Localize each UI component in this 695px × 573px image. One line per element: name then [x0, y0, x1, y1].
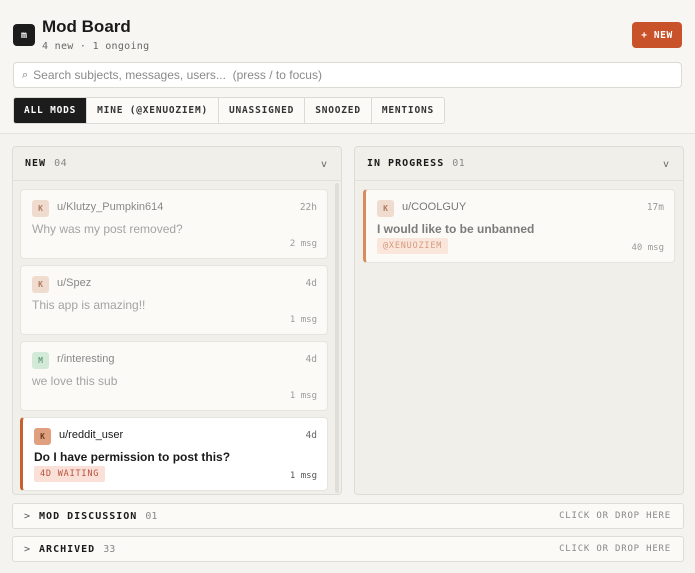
avatar: K	[32, 200, 49, 217]
column-title: IN PROGRESS	[367, 158, 445, 169]
section-archived[interactable]: > ARCHIVED 33 CLICK OR DROP HERE	[12, 536, 684, 562]
waiting-badge: 4D WAITING	[34, 466, 106, 482]
card-age: 22h	[299, 202, 317, 213]
tab-mine[interactable]: MINE (@XENUOZIEM)	[87, 98, 219, 123]
avatar: K	[34, 428, 51, 445]
card-author: u/reddit_user	[59, 429, 124, 441]
tab-snoozed[interactable]: SNOOZED	[305, 98, 372, 123]
assignee-badge: @XENUOZIEM	[377, 238, 449, 254]
card-subject: This app is amazing!!	[32, 298, 146, 312]
new-button[interactable]: + NEW	[632, 22, 682, 48]
app-logo: m	[13, 24, 35, 46]
section-mod-discussion[interactable]: > MOD DISCUSSION 01 CLICK OR DROP HERE	[12, 503, 684, 529]
column-in-progress: IN PROGRESS 01 v K u/COOLGUY 17m I would…	[354, 146, 684, 495]
column-count: 01	[452, 158, 466, 169]
chevron-down-icon[interactable]: v	[321, 159, 327, 170]
card-subject: I would like to be unbanned	[377, 222, 535, 236]
conversation-card[interactable]: K u/COOLGUY 17m I would like to be unban…	[363, 189, 675, 263]
card-subject: we love this sub	[32, 374, 118, 388]
card-age: 4d	[305, 430, 317, 441]
conversation-card[interactable]: K u/Spez 4d This app is amazing!! 1 msg	[20, 265, 328, 335]
column-header-in-progress[interactable]: IN PROGRESS 01 v	[355, 147, 683, 181]
column-title: NEW	[25, 158, 47, 169]
card-subject: Do I have permission to post this?	[34, 450, 231, 464]
avatar: M	[32, 352, 49, 369]
card-author: r/interesting	[57, 353, 115, 365]
search-bar[interactable]: ⌕	[13, 62, 682, 88]
search-input[interactable]	[33, 68, 654, 82]
card-message-count: 1 msg	[289, 391, 317, 401]
chevron-down-icon[interactable]: v	[663, 159, 669, 170]
tab-all-mods[interactable]: ALL MODS	[14, 98, 88, 123]
search-icon: ⌕	[22, 68, 29, 81]
chevron-right-icon: >	[24, 543, 31, 555]
board-summary: 4 new · 1 ongoing	[42, 41, 150, 52]
card-subject: Why was my post removed?	[32, 222, 183, 236]
chevron-right-icon: >	[24, 510, 31, 522]
card-message-count: 40 msg	[631, 243, 664, 253]
column-header-new[interactable]: NEW 04 v	[13, 147, 341, 181]
card-age: 4d	[305, 354, 317, 365]
card-message-count: 1 msg	[289, 315, 317, 325]
card-message-count: 2 msg	[289, 239, 317, 249]
filter-tabs: ALL MODS MINE (@XENUOZIEM) UNASSIGNED SN…	[13, 97, 445, 124]
card-author: u/Spez	[57, 277, 92, 289]
board-header: m Mod Board 4 new · 1 ongoing + NEW ⌕ AL…	[0, 0, 695, 134]
drop-hint: CLICK OR DROP HERE	[559, 511, 671, 521]
conversation-card[interactable]: K u/reddit_user 4d Do I have permission …	[20, 417, 328, 491]
card-author: u/Klutzy_Pumpkin614	[57, 201, 164, 213]
card-message-count: 1 msg	[289, 471, 317, 481]
tab-mentions[interactable]: MENTIONS	[372, 98, 444, 123]
column-count: 04	[54, 158, 68, 169]
section-count: 01	[145, 510, 158, 522]
tab-unassigned[interactable]: UNASSIGNED	[219, 98, 306, 123]
avatar: K	[377, 200, 394, 217]
section-count: 33	[103, 543, 116, 555]
page-title: Mod Board	[42, 17, 131, 36]
avatar: K	[32, 276, 49, 293]
conversation-card[interactable]: K u/Klutzy_Pumpkin614 22h Why was my pos…	[20, 189, 328, 259]
section-title: ARCHIVED	[39, 543, 96, 555]
conversation-card[interactable]: M r/interesting 4d we love this sub 1 ms…	[20, 341, 328, 411]
column-new: NEW 04 v K u/Klutzy_Pumpkin614 22h Why w…	[12, 146, 342, 495]
section-title: MOD DISCUSSION	[39, 510, 138, 522]
card-age: 4d	[305, 278, 317, 289]
card-age: 17m	[646, 202, 664, 213]
card-author: u/COOLGUY	[402, 201, 467, 213]
column-scrollbar[interactable]	[335, 183, 339, 493]
drop-hint: CLICK OR DROP HERE	[559, 544, 671, 554]
